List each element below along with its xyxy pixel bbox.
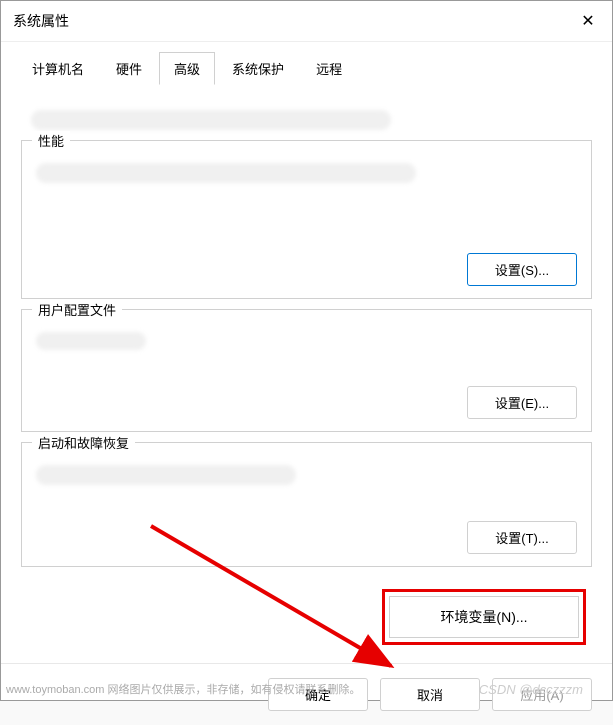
group-user-profile: 用户配置文件 设置(E)... (21, 309, 592, 432)
cancel-button[interactable]: 取消 (380, 678, 480, 711)
dialog-title: 系统属性 (13, 11, 69, 31)
tab-system-protection[interactable]: 系统保护 (217, 52, 299, 85)
redacted-text (36, 163, 416, 183)
performance-settings-button[interactable]: 设置(S)... (467, 253, 577, 286)
tab-remote[interactable]: 远程 (301, 52, 357, 85)
group-startup-title: 启动和故障恢复 (32, 433, 135, 452)
startup-settings-button[interactable]: 设置(T)... (467, 521, 577, 554)
group-performance-title: 性能 (32, 131, 70, 150)
annotation-highlight-box: 环境变量(N)... (382, 589, 586, 645)
close-icon[interactable]: ✕ (576, 9, 600, 33)
tab-hardware[interactable]: 硬件 (101, 52, 157, 85)
tab-content-advanced: 性能 设置(S)... 用户配置文件 设置(E)... 启动和故障恢复 设置(T… (1, 86, 612, 645)
titlebar: 系统属性 ✕ (1, 1, 612, 42)
group-performance: 性能 设置(S)... (21, 140, 592, 299)
system-properties-dialog: 系统属性 ✕ 计算机名 硬件 高级 系统保护 远程 性能 设置(S)... 用户… (0, 0, 613, 701)
watermark-right: CSDN @dcczzzm (479, 682, 583, 697)
watermark-left: www.toymoban.com 网络图片仅供展示，非存储，如有侵权请联系删除。 (6, 681, 360, 697)
environment-variables-button[interactable]: 环境变量(N)... (389, 596, 579, 638)
redacted-text (36, 332, 146, 350)
tab-advanced[interactable]: 高级 (159, 52, 215, 85)
user-profile-settings-button[interactable]: 设置(E)... (467, 386, 577, 419)
redacted-text (31, 110, 391, 130)
redacted-text (36, 465, 296, 485)
group-startup-recovery: 启动和故障恢复 设置(T)... (21, 442, 592, 567)
tab-strip: 计算机名 硬件 高级 系统保护 远程 (1, 42, 612, 86)
group-user-profile-title: 用户配置文件 (32, 300, 122, 319)
tab-computer-name[interactable]: 计算机名 (17, 52, 99, 85)
